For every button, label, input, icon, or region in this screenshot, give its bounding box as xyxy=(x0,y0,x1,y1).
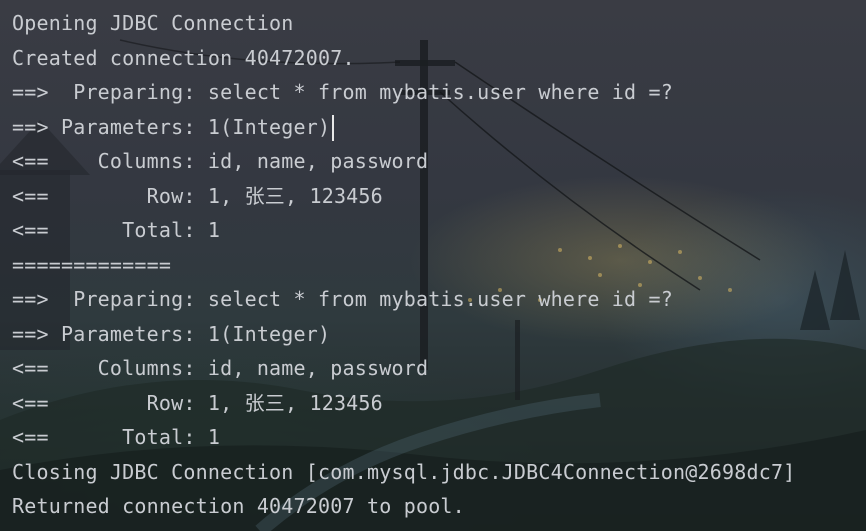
log-line: <== Row: 1, 张三, 123456 xyxy=(12,390,383,415)
log-separator: ============= xyxy=(12,252,172,277)
log-line: Created connection 40472007. xyxy=(12,45,355,70)
log-line-with-cursor: ==> Parameters: 1(Integer) xyxy=(12,110,866,145)
log-line: ==> Preparing: select * from mybatis.use… xyxy=(12,287,674,311)
console-output[interactable]: Opening JDBC Connection Created connecti… xyxy=(0,0,866,531)
log-line: <== Columns: id, name, password xyxy=(12,149,429,173)
log-line: ==> Preparing: select * from mybatis.use… xyxy=(12,80,674,104)
log-line: <== Total: 1 xyxy=(12,218,221,242)
log-line: Opening JDBC Connection xyxy=(12,11,294,35)
log-line: <== Columns: id, name, password xyxy=(12,356,429,380)
log-line: ==> Parameters: 1(Integer) xyxy=(12,321,331,346)
log-lines: Opening JDBC Connection Created connecti… xyxy=(12,6,866,524)
log-line: Returned connection 40472007 to pool. xyxy=(12,494,465,518)
log-line: <== Row: 1, 张三, 123456 xyxy=(12,183,383,208)
log-line: Closing JDBC Connection [com.mysql.jdbc.… xyxy=(12,459,796,484)
text-cursor xyxy=(332,115,335,141)
log-line-text: ==> Parameters: 1(Integer) xyxy=(12,114,331,139)
log-line: <== Total: 1 xyxy=(12,425,221,449)
